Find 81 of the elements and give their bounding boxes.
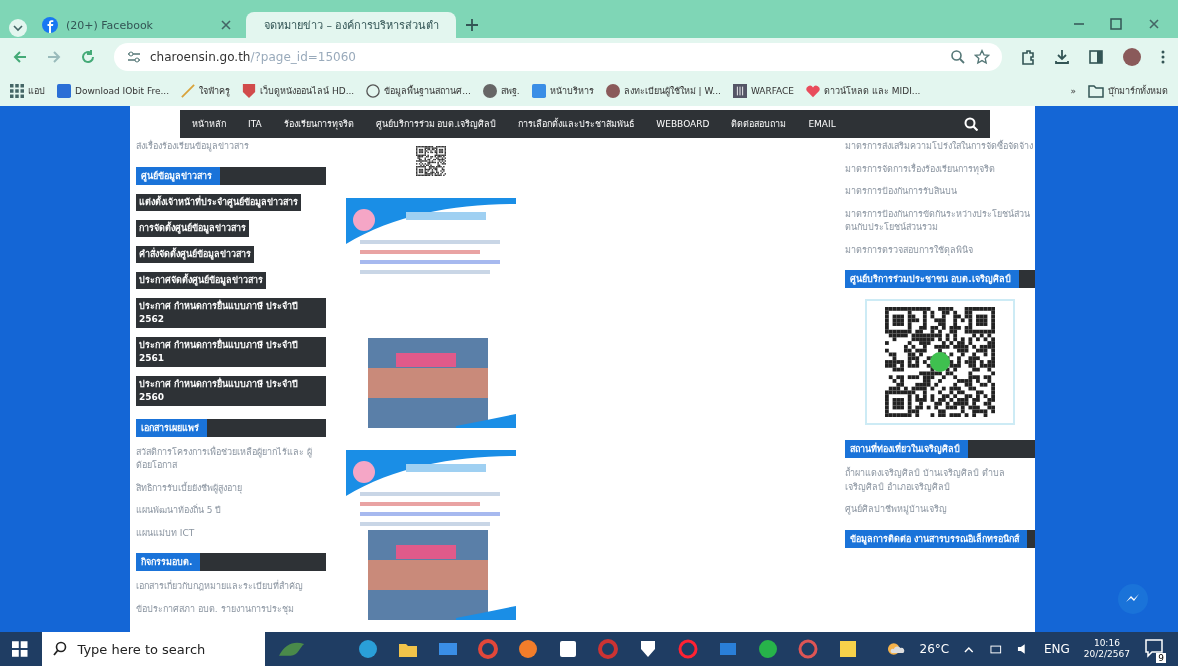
note-icon[interactable] [838,639,859,659]
folder-icon [1088,83,1104,99]
address-bar[interactable]: charoensin.go.th/?page_id=15060 [114,43,1002,71]
chat-icon[interactable] [1118,584,1148,614]
sidebar-link[interactable]: แต่งตั้งเจ้าหน้าที่ประจำศูนย์ข้อมูลข่าวสาร [136,193,301,211]
qr-code-icon [885,307,995,417]
section-header: กิจกรรมอบต. [136,553,326,572]
bookmark-link[interactable]: Download IObit Fre... [57,84,170,98]
bookmark-link[interactable]: แอป [10,84,45,98]
nav-link[interactable]: หน้าหลัก [192,117,226,131]
start-icon[interactable] [12,641,28,657]
leaf-icon [279,640,305,658]
sidebar-link[interactable]: คำสั่งจัดตั้งศูนย์ข้อมูลข่าวสาร [136,245,254,263]
sidebar-link[interactable]: ประกาศจัดตั้งศูนย์ข้อมูลข่าวสาร [136,271,266,289]
reload-icon[interactable] [80,49,96,65]
notification-badge: 9 [1156,652,1166,663]
browser-tab[interactable]: (20+) Facebook [32,12,242,38]
tab-search-icon[interactable] [8,18,28,38]
all-bookmarks-button[interactable]: บุ๊กมาร์กทั้งหมด [1088,83,1168,99]
section-header: เอกสารเผยแพร่ [136,418,326,437]
sidebar-link[interactable]: ประกาศ กำหนดการยื่นแบบภาษี ประจำปี 2562 [136,297,326,328]
grid-icon [10,84,24,98]
search-icon [51,641,68,657]
search-icon[interactable] [964,117,978,131]
grid-icon [732,84,747,98]
sidebar-link[interactable]: ประกาศ กำหนดการยื่นแบบภาษี ประจำปี 2560 [136,375,326,406]
star-icon[interactable] [974,49,990,65]
sidebar-link[interactable]: ประกาศ กำหนดการยื่นแบบภาษี ประจำปี 2561 [136,336,326,367]
square-icon [57,84,71,98]
nav-link[interactable]: การเลือกตั้งและประชาสัมพันธ์ [518,117,635,131]
close-icon[interactable] [1148,18,1160,30]
avatar-icon[interactable] [1122,47,1142,67]
sidebar-link[interactable]: การจัดตั้งศูนย์ข้อมูลข่าวสาร [136,219,249,237]
bookmark-link[interactable]: เว็บดูหนังออนไลน์ HD... [242,84,355,98]
nav-link[interactable]: ศูนย์บริการร่วม อบต.เจริญศิลป์ [375,117,497,131]
heart-icon [806,84,821,98]
facebook-icon [42,17,58,33]
search-field[interactable]: Type here to search [41,632,265,666]
section-header: สถานที่ท่องเที่ยวในเจริญศิลป์ [845,440,1035,458]
url-text: charoensin.go.th/?page_id=15060 [150,50,356,64]
nav-link[interactable]: WEBBOARD [656,119,710,129]
section-header: ศูนย์บริการร่วมประชาชน อบต.เจริญศิลป์ [845,270,1035,288]
square-icon [531,84,546,98]
plus-icon[interactable] [466,19,478,31]
section-header: ศูนย์ข้อมูลข่าวสาร [136,166,326,185]
ring-icon[interactable] [798,639,819,659]
more-bookmarks-button[interactable]: » [1070,86,1076,96]
browser-tab[interactable]: จดหมายข่าว – องค์การบริหารส่วนตำ [246,12,456,38]
bookmark-link[interactable]: หน้าบริหาร [531,84,594,98]
bookmark-link[interactable]: ข้อมูลพื้นฐานสถานศ... [366,84,471,98]
bookmark-link[interactable]: WARFACE [732,84,795,98]
clock[interactable]: 10:16 20/2/2567 [1083,638,1130,660]
ring-icon [366,84,381,98]
ring-icon[interactable] [478,639,499,659]
bookmark-link[interactable]: ดาวน์โหลด และ MIDI... [806,84,921,98]
nav-link[interactable]: ITA [248,119,262,129]
nav-link[interactable]: ร้องเรียนการทุจริต [283,117,354,131]
nav-link[interactable]: EMAIL [808,119,836,129]
ring-icon[interactable] [678,639,699,659]
ring-icon[interactable] [598,639,619,659]
nav-link[interactable]: ติดต่อสอบถาม [731,117,787,131]
bookmark-link[interactable]: ลงทะเบียนผู้ใช้ใหม่ | W... [605,84,721,98]
weather-icon [886,641,906,657]
site-info-icon[interactable] [126,49,142,65]
tab-title: จดหมายข่าว – องค์การบริหารส่วนตำ [264,18,440,34]
download-icon[interactable] [1054,49,1070,65]
bookmark-link[interactable]: สพฐ. [482,84,520,98]
qr-code-icon [416,146,446,176]
network-icon[interactable] [988,643,1003,655]
section-header: ข้อมูลการติดต่อ งานสารบรรณอิเล็กทรอนิกส์ [845,529,1035,548]
tab-title: (20+) Facebook [66,18,153,32]
shield-icon [242,84,257,98]
language-indicator[interactable]: ENG [1043,642,1070,656]
puzzle-icon[interactable] [1020,49,1036,65]
side-panel-icon[interactable] [1088,49,1104,65]
temperature-text: 26°C [919,642,950,656]
menu-icon[interactable] [1160,49,1166,65]
close-icon[interactable] [220,19,232,31]
back-icon[interactable] [12,49,28,65]
bookmark-link[interactable]: ใจฟ้าครู [181,84,231,98]
maximize-icon[interactable] [1110,18,1122,30]
